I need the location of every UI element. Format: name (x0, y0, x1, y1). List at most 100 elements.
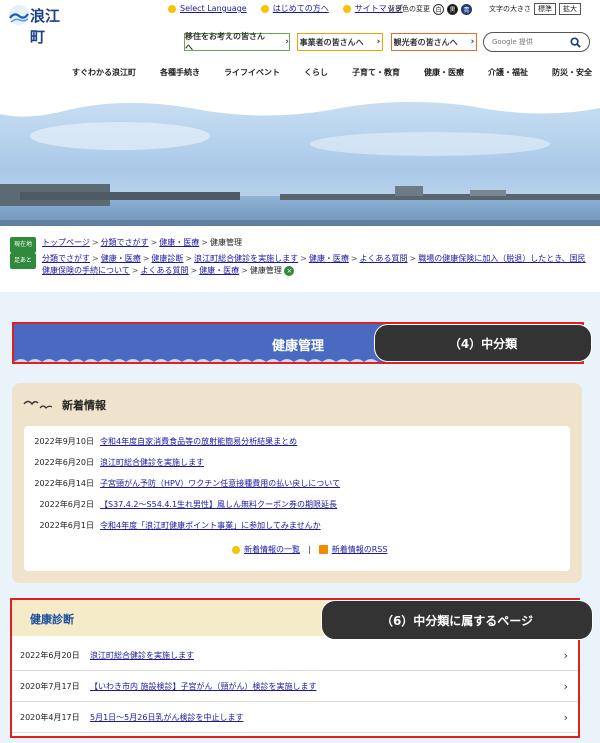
news-section: 新着情報 2022年9月10日 令和4年度自家消費食品等の放射能簡易分析結果まとめ… (12, 383, 582, 583)
annotation-callout: （4）中分類 (374, 324, 592, 362)
chevron-right-icon: › (285, 37, 289, 47)
wave-logo-icon (9, 5, 29, 25)
site-logo[interactable]: 浪江町 (8, 2, 68, 46)
history-link[interactable]: よくある質問 (360, 254, 408, 263)
nav-item-childcare[interactable]: 子育て・教育 (352, 67, 400, 78)
page-link[interactable]: 【いわき市内 施設検診】子宮がん（頸がん）検診を実施します (90, 681, 317, 692)
audience-business-button[interactable]: 事業者の皆さんへ › (297, 33, 383, 51)
news-link[interactable]: 子宮頸がん予防（HPV）ワクチン任意接種費用の払い戻しについて (100, 478, 340, 489)
news-date: 2022年6月1日 (39, 521, 94, 530)
news-item: 2022年6月2日 【S37.4.2～S54.4.1生れ男性】風しん無料クーポン券… (32, 499, 337, 510)
news-link[interactable]: 【S37.4.2～S54.4.1生れ男性】風しん無料クーポン券の期限延長 (100, 499, 337, 510)
site-search (483, 32, 590, 52)
clear-history-icon[interactable]: × (284, 265, 295, 276)
text-size-standard-button[interactable]: 標準 (534, 3, 556, 15)
bg-black-button[interactable]: 黒 (447, 3, 458, 15)
page-list-item[interactable]: 2020年4月17日 5月1日～5月26日乳がん検診を中止します › (12, 702, 578, 733)
main-nav: すぐわかる浪江町 各種手続き ライフイベント くらし 子育て・教育 健康・医療 … (72, 67, 592, 78)
display-tools: 背景色の変更 白 黒 青 文字の大きさ 標準 拡大 (388, 3, 581, 15)
text-size-label: 文字の大きさ (489, 5, 531, 13)
nav-item-procedures[interactable]: 各種手続き (160, 67, 200, 78)
audience-business-label: 事業者の皆さんへ (299, 37, 364, 47)
nav-item-health[interactable]: 健康・医療 (424, 67, 464, 78)
seagull-icon (23, 400, 53, 409)
breadcrumb-current: 健康管理 (209, 238, 242, 247)
search-input[interactable] (492, 38, 552, 46)
site-name: 浪江町 (30, 7, 61, 46)
page-link[interactable]: 5月1日～5月26日乳がん検診を中止します (90, 712, 243, 723)
pages-heading[interactable]: 健康診断 (30, 611, 74, 627)
news-link[interactable]: 浪江町総合健診を実施します (100, 457, 204, 468)
news-link[interactable]: 令和4年度「浪江町健康ポイント事業」に参加してみませんか (100, 520, 321, 531)
first-visit-link[interactable]: はじめての方へ (273, 3, 329, 14)
breadcrumb: 現在地 トップページ > 分類でさがす > 健康・医療 > 健康管理 (10, 237, 242, 253)
news-link[interactable]: 令和4年度自家消費食品等の放射能簡易分析結果まとめ (100, 436, 297, 447)
breadcrumb-link[interactable]: 分類でさがす (101, 238, 149, 247)
history-link[interactable]: 健康・医療 (101, 254, 141, 263)
page-date: 2020年7月17日 (20, 681, 80, 691)
history-link[interactable]: 健康・医療 (199, 266, 239, 275)
bullet-icon (168, 4, 176, 13)
news-list-link[interactable]: 新着情報の一覧 (244, 544, 300, 555)
news-date: 2022年6月20日 (34, 458, 94, 467)
site-header: 浪江町 Select Language はじめての方へ サイトマップ 背景色の変… (0, 0, 600, 92)
breadcrumb-area: 現在地 トップページ > 分類でさがす > 健康・医療 > 健康管理 足あと 分類でさがす >… (0, 226, 600, 292)
audience-tourist-button[interactable]: 観光者の皆さんへ › (391, 33, 477, 51)
nav-item-life-events[interactable]: ライフイベント (224, 67, 280, 78)
history-current: 健康管理 (249, 266, 282, 275)
page-date: 2020年4月17日 (20, 712, 80, 722)
news-list: 2022年9月10日 令和4年度自家消費食品等の放射能簡易分析結果まとめ 2022… (24, 426, 570, 571)
history-tag: 足あと (10, 253, 37, 269)
search-icon[interactable] (570, 37, 581, 48)
news-footer: 新着情報の一覧 | 新着情報のRSS (232, 544, 387, 555)
chevron-right-icon: › (470, 37, 475, 47)
page-list-item[interactable]: 2020年7月17日 【いわき市内 施設検診】子宮がん（頸がん）検診を実施します › (12, 671, 578, 702)
news-date: 2022年6月2日 (39, 500, 94, 509)
history-link[interactable]: 健康・医療 (309, 254, 349, 263)
bg-white-button[interactable]: 白 (433, 3, 444, 15)
news-item: 2022年6月20日 浪江町総合健診を実施します (32, 457, 204, 468)
page-date: 2022年6月20日 (20, 650, 80, 660)
page-link[interactable]: 浪江町総合健診を実施します (90, 650, 194, 661)
news-date: 2022年6月14日 (34, 479, 94, 488)
bullet-icon (342, 4, 351, 13)
utility-links: Select Language はじめての方へ サイトマップ (168, 3, 403, 14)
bg-color-label: 背景色の変更 (388, 5, 430, 13)
audience-migration-button[interactable]: 移住をお考えの皆さんへ › (184, 32, 290, 52)
audience-tourist-label: 観光者の皆さんへ (393, 37, 458, 47)
chevron-right-icon: › (376, 37, 381, 47)
history-link[interactable]: 分類でさがす (42, 254, 90, 263)
select-language-link[interactable]: Select Language (180, 4, 247, 13)
news-heading: 新着情報 (62, 399, 106, 412)
history-trail: 足あと 分類でさがす > 健康・医療 > 健康診断 > 浪江町総合健診を実施します > 健康・医… (10, 253, 590, 277)
page-list-item[interactable]: 2022年6月20日 浪江町総合健診を実施します › (12, 640, 578, 671)
bullet-icon (232, 545, 240, 554)
nav-item-living[interactable]: くらし (304, 67, 328, 78)
audience-migration-label: 移住をお考えの皆さんへ (185, 32, 265, 52)
annotation-callout: （6）中分類に属するページ (321, 600, 593, 640)
history-link[interactable]: 健康診断 (151, 254, 183, 263)
breadcrumb-link[interactable]: トップページ (42, 238, 90, 247)
news-item: 2022年9月10日 令和4年度自家消費食品等の放射能簡易分析結果まとめ (32, 436, 297, 447)
news-date: 2022年9月10日 (34, 437, 94, 446)
bg-blue-button[interactable]: 青 (461, 3, 472, 15)
chevron-right-icon: › (563, 680, 568, 693)
chevron-right-icon: › (563, 649, 568, 662)
news-rss-link[interactable]: 新着情報のRSS (332, 544, 388, 555)
hero-harbor-image (0, 86, 600, 226)
current-location-tag: 現在地 (10, 237, 37, 253)
news-item: 2022年6月14日 子宮頸がん予防（HPV）ワクチン任意接種費用の払い戻しについ… (32, 478, 340, 489)
chevron-right-icon: › (563, 711, 568, 724)
bullet-icon (260, 4, 269, 13)
nav-item-welfare[interactable]: 介護・福祉 (488, 67, 528, 78)
history-link[interactable]: よくある質問 (140, 266, 188, 275)
nav-item-quick-guide[interactable]: すぐわかる浪江町 (72, 67, 136, 78)
divider: | (308, 545, 311, 554)
history-link[interactable]: 浪江町総合健診を実施します (194, 254, 298, 263)
news-item: 2022年6月1日 令和4年度「浪江町健康ポイント事業」に参加してみませんか (32, 520, 321, 531)
text-size-enlarge-button[interactable]: 拡大 (559, 3, 581, 15)
nav-item-safety[interactable]: 防災・安全 (552, 67, 592, 78)
news-header: 新着情報 (22, 396, 106, 414)
breadcrumb-link[interactable]: 健康・医療 (159, 238, 199, 247)
rss-icon (318, 545, 328, 554)
